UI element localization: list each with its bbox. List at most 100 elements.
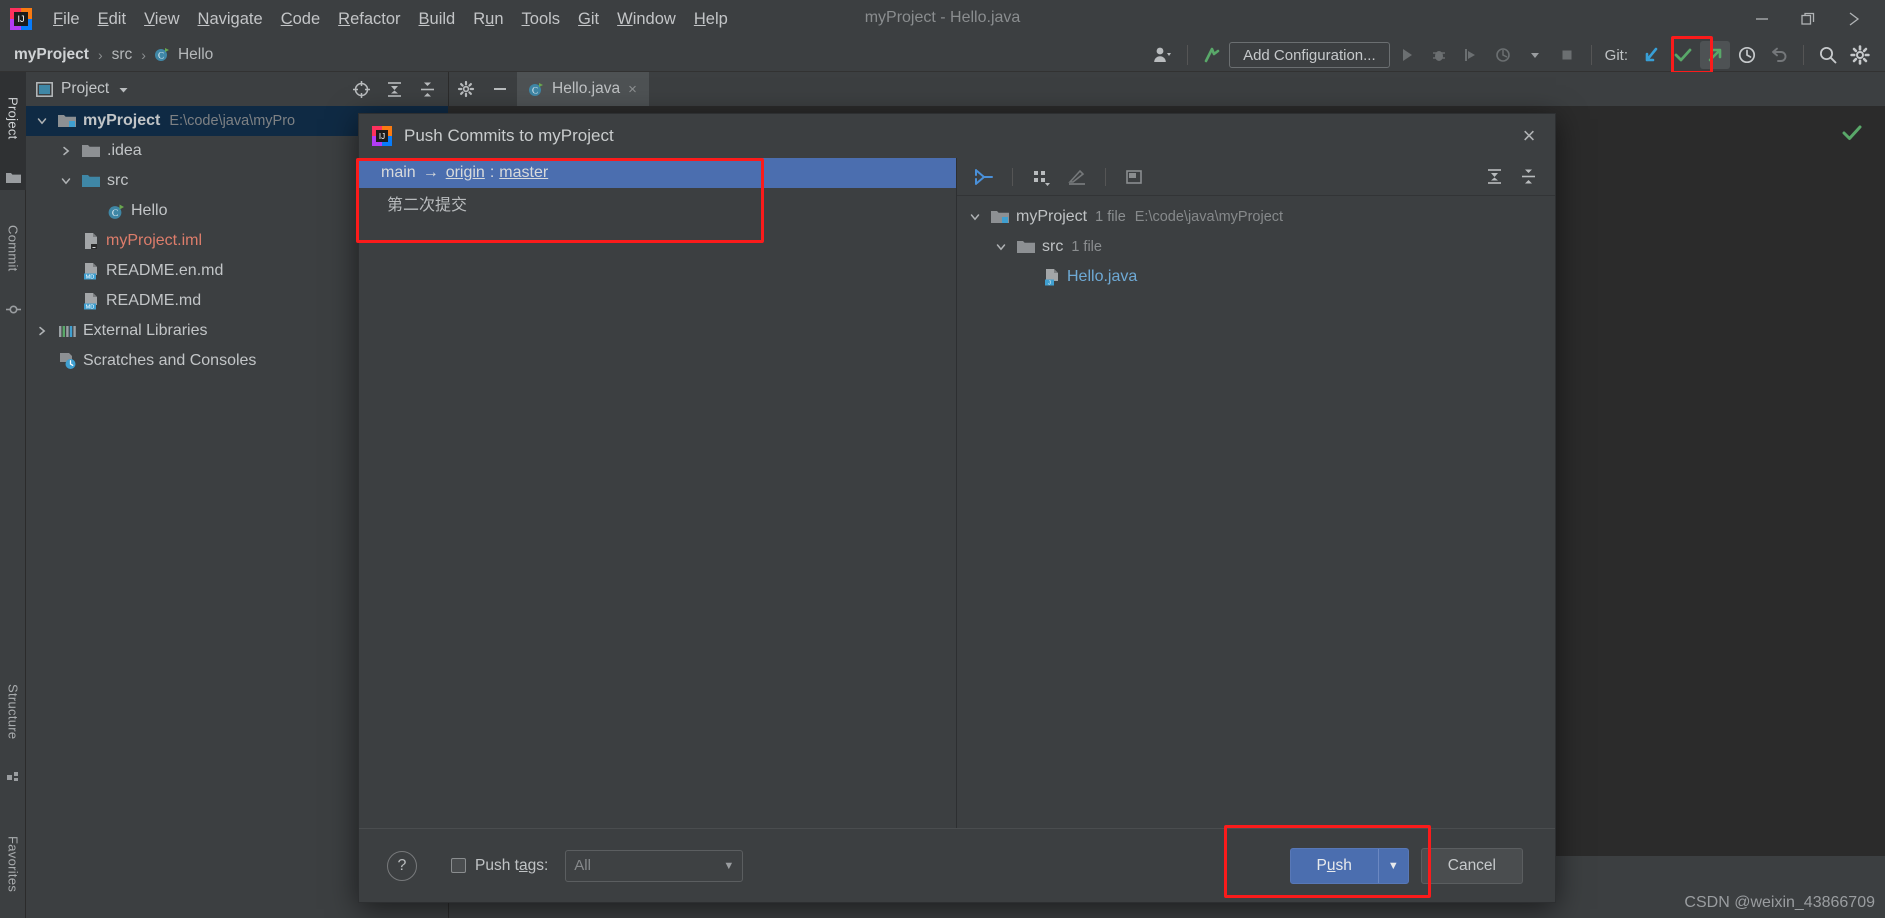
chevron-down-icon[interactable] xyxy=(117,83,130,96)
sidebar-item-project[interactable]: Project xyxy=(0,72,26,164)
cancel-button[interactable]: Cancel xyxy=(1420,847,1523,884)
push-button[interactable]: Push ▼ xyxy=(1289,847,1409,884)
preview-diff-icon[interactable] xyxy=(1119,163,1149,191)
help-button[interactable]: ? xyxy=(387,850,417,881)
svg-text:MD: MD xyxy=(86,304,95,310)
menu-build[interactable]: Build xyxy=(410,6,465,33)
dialog-footer: ? Push tags: All ▼ Push ▼ Cancel xyxy=(359,828,1555,902)
changed-file-label: src xyxy=(1042,238,1064,255)
expand-all-icon[interactable] xyxy=(1479,163,1509,191)
sidebar-item-favorites[interactable]: Favorites xyxy=(0,812,26,916)
changed-file-row[interactable]: J Hello.java xyxy=(957,262,1555,292)
colon-separator: : xyxy=(489,164,495,181)
push-button-label: Push xyxy=(1316,856,1352,874)
changed-file-label: Hello.java xyxy=(1067,268,1138,285)
edit-icon[interactable] xyxy=(1062,163,1092,191)
main-toolbar: Add Configuration... Git: xyxy=(1148,38,1875,72)
search-icon[interactable] xyxy=(1813,41,1843,69)
run-with-coverage-icon[interactable] xyxy=(1456,41,1486,69)
minimize-icon[interactable] xyxy=(1739,2,1785,36)
restore-icon[interactable] xyxy=(1785,2,1831,36)
chevron-right-icon[interactable] xyxy=(36,325,54,337)
collapse-all-icon[interactable] xyxy=(1513,163,1543,191)
push-commits-dialog: IJ Push Commits to myProject × main → or… xyxy=(358,113,1556,903)
menu-tools[interactable]: Tools xyxy=(513,6,570,33)
close-icon[interactable]: × xyxy=(1517,123,1541,148)
stripe-label: Project xyxy=(5,96,21,140)
settings-gear-icon[interactable] xyxy=(449,74,483,104)
profiler-icon[interactable] xyxy=(1488,41,1518,69)
git-update-icon[interactable] xyxy=(1636,41,1666,69)
menu-code[interactable]: Code xyxy=(272,6,329,33)
select-opened-file-icon[interactable] xyxy=(346,75,376,103)
divider xyxy=(1803,45,1804,65)
iml-file-icon xyxy=(82,232,100,250)
changed-file-row[interactable]: src 1 file xyxy=(957,232,1555,262)
git-push-icon[interactable] xyxy=(1700,41,1730,69)
update-project-icon[interactable] xyxy=(1197,41,1227,69)
tree-row-label: Scratches and Consoles xyxy=(83,352,257,369)
tree-row-label: myProject.iml xyxy=(106,232,203,249)
source-branch-label: main xyxy=(381,164,416,181)
push-dropdown-icon[interactable]: ▼ xyxy=(1379,860,1408,872)
git-commit-icon[interactable] xyxy=(1668,41,1698,69)
menu-edit[interactable]: Edit xyxy=(89,6,135,33)
file-count: 1 file xyxy=(1071,239,1102,255)
menu-run[interactable]: Run xyxy=(464,6,512,33)
debug-icon[interactable] xyxy=(1424,41,1454,69)
history-icon[interactable] xyxy=(1732,41,1762,69)
remote-name-link[interactable]: origin xyxy=(446,164,485,182)
hide-tool-window-icon[interactable] xyxy=(483,74,517,104)
rollback-icon[interactable] xyxy=(1764,41,1794,69)
expand-diff-icon[interactable] xyxy=(969,163,999,191)
menu-file[interactable]: File xyxy=(44,6,89,33)
changed-files-tree[interactable]: myProject 1 file E:\code\java\myProject src… xyxy=(957,196,1555,292)
changed-file-row[interactable]: myProject 1 file E:\code\java\myProject xyxy=(957,202,1555,232)
menu-window[interactable]: Window xyxy=(608,6,685,33)
commit-message-row[interactable]: 第二次提交 xyxy=(359,188,956,218)
group-by-icon[interactable] xyxy=(1026,163,1056,191)
tool-window-stripe-left: Project Commit Structure Favorites xyxy=(0,72,26,918)
close-icon[interactable]: × xyxy=(628,81,637,98)
markdown-file-icon: MD xyxy=(82,292,100,310)
stripe-label: Commit xyxy=(5,224,21,272)
user-account-icon[interactable] xyxy=(1148,41,1178,69)
collapse-all-icon[interactable] xyxy=(412,75,442,103)
add-configuration-button[interactable]: Add Configuration... xyxy=(1229,42,1390,68)
menu-view[interactable]: View xyxy=(135,6,188,33)
module-folder-icon xyxy=(58,113,77,129)
module-folder-icon xyxy=(991,209,1010,225)
breadcrumb-hello[interactable]: Hello xyxy=(176,46,215,64)
chevron-right-icon[interactable] xyxy=(60,145,78,157)
stripe-label: Favorites xyxy=(5,835,21,893)
files-toolbar xyxy=(957,158,1555,196)
svg-text:IJ: IJ xyxy=(379,132,385,141)
libraries-icon xyxy=(58,323,77,340)
breadcrumb-myproject[interactable]: myProject xyxy=(12,46,91,64)
run-icon[interactable] xyxy=(1392,41,1422,69)
push-tags-select[interactable]: All ▼ xyxy=(565,849,744,882)
chevron-down-icon[interactable] xyxy=(995,241,1013,253)
menu-refactor[interactable]: Refactor xyxy=(329,6,409,33)
menu-navigate[interactable]: Navigate xyxy=(189,6,272,33)
expand-all-icon[interactable] xyxy=(379,75,409,103)
close-icon[interactable] xyxy=(1831,2,1877,36)
chevron-down-icon[interactable] xyxy=(36,115,54,127)
settings-icon[interactable] xyxy=(1845,41,1875,69)
chevron-down-icon[interactable] xyxy=(1520,41,1550,69)
editor-tab-hello-java[interactable]: C Hello.java × xyxy=(517,72,649,106)
menu-git[interactable]: Git xyxy=(569,6,608,33)
intellij-idea-icon: IJ xyxy=(8,6,34,32)
menu-help[interactable]: Help xyxy=(685,6,737,33)
chevron-down-icon[interactable] xyxy=(60,175,78,187)
inspection-ok-icon[interactable] xyxy=(1841,122,1863,144)
target-branch-link[interactable]: master xyxy=(499,164,548,182)
breadcrumb-src[interactable]: src xyxy=(110,46,135,64)
sidebar-item-structure[interactable]: Structure xyxy=(0,662,26,762)
push-tags-checkbox[interactable] xyxy=(451,858,466,873)
stop-icon[interactable] xyxy=(1552,41,1582,69)
sidebar-item-commit[interactable]: Commit xyxy=(0,200,26,296)
chevron-down-icon[interactable] xyxy=(969,211,987,223)
push-target-row[interactable]: main → origin : master xyxy=(359,158,956,188)
watermark-text: CSDN @weixin_43866709 xyxy=(1684,894,1875,911)
